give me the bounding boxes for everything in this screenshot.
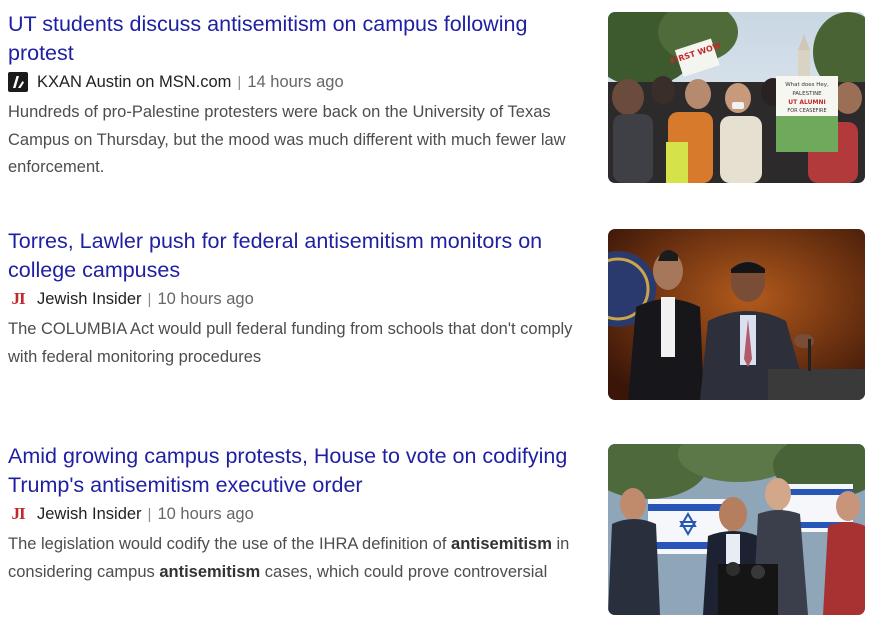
article-text: Amid growing campus protests, House to v… bbox=[8, 442, 593, 586]
article-source-row: JI Jewish Insider | 10 hours ago bbox=[8, 501, 593, 527]
sign-text-1: What does Hey, bbox=[785, 82, 829, 88]
highlighted-term: antisemitism bbox=[159, 562, 261, 581]
separator: | bbox=[237, 73, 242, 91]
publisher-name[interactable]: Jewish Insider bbox=[37, 290, 142, 309]
article-source-row: JI Jewish Insider | 10 hours ago bbox=[8, 286, 593, 312]
timestamp: 10 hours ago bbox=[157, 289, 254, 308]
separator: | bbox=[147, 290, 152, 308]
snippet-text: The legislation would codify the use of … bbox=[8, 535, 452, 553]
separator: | bbox=[147, 505, 152, 523]
publisher-name[interactable]: Jewish Insider bbox=[37, 505, 142, 524]
jewish-insider-logo: JI bbox=[8, 289, 28, 309]
snippet-text: cases, which could prove controversial bbox=[260, 562, 548, 581]
timestamp: 10 hours ago bbox=[157, 504, 254, 523]
snippet-text: The COLUMBIA Act would pull federal fund… bbox=[8, 320, 573, 366]
article-snippet: Hundreds of pro-Palestine protesters wer… bbox=[8, 99, 593, 182]
sign-text-2: PALESTINE bbox=[792, 91, 822, 97]
article-title[interactable]: Amid growing campus protests, House to v… bbox=[8, 442, 593, 500]
sign-text-3: UT ALUMNI bbox=[788, 99, 825, 106]
publisher-name[interactable]: KXAN Austin on MSN.com bbox=[37, 73, 231, 92]
article-source-row: KXAN Austin on MSN.com | 14 hours ago bbox=[8, 69, 593, 95]
article-text: UT students discuss antisemitism on camp… bbox=[8, 10, 593, 182]
congressmen-press-image[interactable] bbox=[608, 229, 865, 400]
rally-israel-flags-image[interactable] bbox=[608, 444, 865, 615]
article-title[interactable]: Torres, Lawler push for federal antisemi… bbox=[8, 227, 593, 285]
jewish-insider-logo: JI bbox=[8, 504, 28, 524]
timestamp: 14 hours ago bbox=[247, 72, 344, 91]
sign-text-4: FOR CEASEFIRE bbox=[787, 108, 826, 114]
article-snippet: The COLUMBIA Act would pull federal fund… bbox=[8, 316, 593, 371]
highlighted-term: antisemitism bbox=[451, 535, 552, 553]
msn-publisher-icon bbox=[8, 72, 28, 92]
article-snippet: The legislation would codify the use of … bbox=[8, 531, 593, 586]
protest-crowd-image[interactable]: FIRST WOW What does Hey, PALESTINE UT AL… bbox=[608, 12, 865, 183]
logo-text: JI bbox=[11, 289, 25, 308]
logo-text: JI bbox=[11, 504, 25, 523]
article-title[interactable]: UT students discuss antisemitism on camp… bbox=[8, 10, 593, 68]
article-text: Torres, Lawler push for federal antisemi… bbox=[8, 227, 593, 371]
snippet-text: Hundreds of pro-Palestine protesters wer… bbox=[8, 103, 566, 176]
